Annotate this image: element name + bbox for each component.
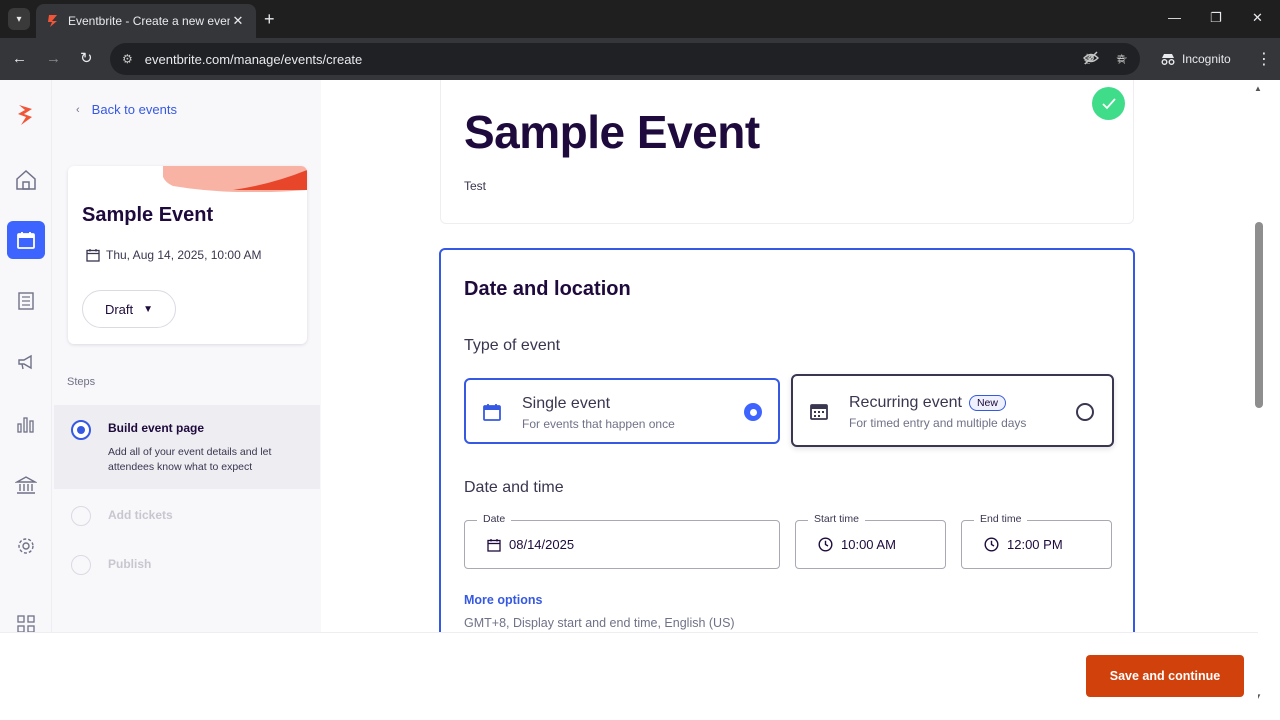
scroll-up-arrow-icon[interactable]: ▲ (1254, 84, 1262, 93)
back-arrow-icon[interactable]: ← (12, 50, 27, 68)
event-summary-card: Sample Event Thu, Aug 14, 2025, 10:00 AM… (68, 166, 307, 344)
date-label: Date (477, 513, 512, 525)
event-title: Sample Event (464, 106, 760, 158)
reports-icon[interactable] (7, 405, 45, 443)
new-badge: New (968, 395, 1006, 411)
calendar-icon (483, 404, 501, 421)
incognito-icon (1161, 54, 1175, 65)
single-event-title-text: Single event (522, 395, 611, 412)
card-event-date-text: Thu, Aug 14, 2025, 10:00 AM (106, 248, 262, 262)
megaphone-icon[interactable] (7, 343, 45, 381)
step-description: Add all of your event details and let at… (108, 446, 272, 473)
save-and-continue-button[interactable]: Save and continue (1086, 655, 1244, 697)
date-field[interactable]: Date 08/14/2025 (464, 513, 780, 569)
tab-title: Eventbrite - Create a new event (68, 14, 230, 28)
minimize-icon[interactable]: — (1168, 10, 1181, 25)
orders-icon[interactable] (7, 282, 45, 320)
close-window-icon[interactable]: ✕ (1252, 10, 1263, 26)
recurring-event-description: For timed entry and multiple days (849, 416, 1027, 430)
calendar-icon[interactable] (7, 221, 45, 259)
browser-tab[interactable]: Eventbrite - Create a new event ✕ (36, 4, 256, 38)
completed-check-icon (1092, 87, 1125, 120)
clock-icon (818, 537, 833, 552)
step-active-radio-icon (71, 420, 91, 440)
start-time-value-text: 10:00 AM (841, 537, 896, 552)
date-time-heading: Date and time (464, 479, 564, 496)
single-event-description: For events that happen once (522, 417, 675, 431)
browser-tab-bar: ▾ Eventbrite - Create a new event ✕ + — … (0, 0, 1280, 38)
date-location-title: Date and location (464, 278, 631, 300)
step-radio-icon (71, 506, 91, 526)
date-value-text: 08/14/2025 (509, 537, 575, 552)
type-of-event-heading: Type of event (464, 337, 561, 354)
timezone-info: GMT+8, Display start and end time, Engli… (464, 616, 735, 630)
address-url: eventbrite.com/manage/events/create (144, 51, 363, 67)
eventbrite-favicon-icon (48, 15, 57, 27)
action-footer: Save and continue (0, 632, 1258, 720)
browser-menu-icon[interactable]: ⋮ (1256, 49, 1272, 69)
card-event-name: Sample Event (82, 204, 214, 226)
end-time-value-text: 12:00 PM (1007, 537, 1063, 552)
chevron-left-icon: ‹ (76, 103, 80, 116)
new-tab-button[interactable]: + (264, 9, 275, 29)
card-decoration-graphic (163, 166, 307, 192)
status-label: Draft (104, 301, 134, 317)
date-location-card: Date and location Type of event Single e… (439, 248, 1135, 632)
start-time-label: Start time (808, 513, 865, 525)
recurring-event-title: Recurring event New (849, 394, 1006, 412)
tab-search-button[interactable]: ▾ (8, 8, 30, 30)
restore-icon[interactable]: ❐ (1210, 10, 1222, 26)
step-title: Build event page (108, 421, 205, 435)
download-icon[interactable]: ⤓ (1084, 50, 1090, 67)
single-event-option[interactable]: Single event For events that happen once (464, 378, 780, 444)
single-event-radio[interactable] (744, 403, 762, 421)
end-time-field[interactable]: End time 12:00 PM (961, 513, 1112, 569)
start-time-field[interactable]: Start time 10:00 AM (795, 513, 946, 569)
reload-icon[interactable]: ↻ (80, 50, 93, 68)
status-dropdown[interactable]: Draft ▼ (82, 290, 176, 328)
recurring-event-radio[interactable] (1076, 403, 1094, 421)
calendar-grid-icon (810, 404, 828, 420)
start-time-value: 10:00 AM (818, 537, 896, 552)
main-content: Sample Event Test Date and location Type… (321, 80, 1258, 632)
event-sidebar: ‹ Back to events Sample Event Thu, Aug 1… (52, 80, 321, 632)
tab-close-icon[interactable]: ✕ (230, 13, 246, 29)
back-to-events-label: Back to events (91, 102, 177, 117)
step-radio-icon (71, 555, 91, 575)
icon-rail (0, 80, 52, 633)
recurring-event-option[interactable]: Recurring event New For timed entry and … (791, 374, 1114, 447)
end-time-label: End time (974, 513, 1028, 525)
browser-toolbar: ← → ↻ ⚙ eventbrite.com/manage/events/cre… (0, 38, 1280, 80)
clock-icon (984, 537, 999, 552)
home-icon[interactable] (7, 161, 45, 199)
forward-arrow-icon[interactable]: → (46, 50, 61, 68)
address-bar[interactable]: ⚙ eventbrite.com/manage/events/create ☆ (110, 43, 1140, 75)
chevron-down-icon: ▼ (143, 303, 154, 315)
date-value: 08/14/2025 (487, 537, 574, 552)
incognito-badge[interactable]: Incognito (1150, 45, 1241, 73)
recurring-event-title-text: Recurring event (849, 394, 962, 411)
step-title: Add tickets (108, 508, 173, 522)
more-options-link[interactable]: More options (464, 593, 542, 607)
reading-list-icon[interactable]: ≡ (1117, 50, 1125, 66)
single-event-title: Single event (522, 395, 610, 413)
calendar-small-icon (86, 249, 100, 262)
eventbrite-logo[interactable] (7, 96, 45, 134)
calendar-small-icon (487, 538, 501, 552)
card-event-date: Thu, Aug 14, 2025, 10:00 AM (86, 248, 261, 262)
event-overview-card[interactable]: Sample Event Test (440, 80, 1134, 224)
step-build-event-page[interactable]: Build event page Add all of your event d… (54, 405, 320, 489)
incognito-label: Incognito (1182, 52, 1231, 66)
back-to-events-link[interactable]: ‹ Back to events (76, 102, 177, 117)
step-title: Publish (108, 557, 152, 571)
settings-icon[interactable] (7, 527, 45, 565)
end-time-value: 12:00 PM (984, 537, 1063, 552)
site-info-icon[interactable]: ⚙ (122, 52, 133, 66)
finance-icon[interactable] (7, 466, 45, 504)
steps-heading: Steps (67, 376, 96, 388)
event-summary: Test (464, 179, 487, 193)
scrollbar-thumb[interactable] (1255, 222, 1263, 408)
